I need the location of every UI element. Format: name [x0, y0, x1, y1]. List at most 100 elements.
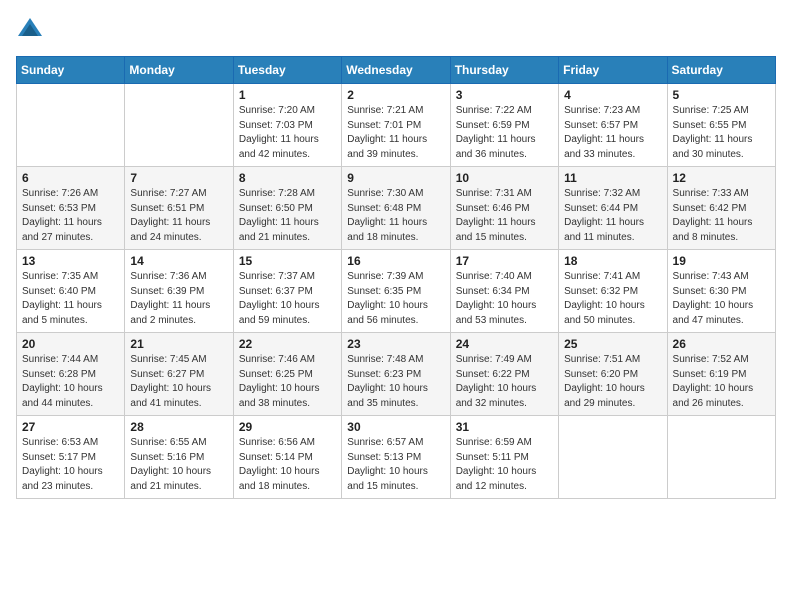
- day-info: Sunrise: 7:31 AM Sunset: 6:46 PM Dayligh…: [456, 187, 553, 245]
- day-info: Sunrise: 6:55 AM Sunset: 5:16 PM Dayligh…: [130, 436, 227, 494]
- day-number: 20: [22, 337, 119, 351]
- day-info: Sunrise: 7:35 AM Sunset: 6:40 PM Dayligh…: [22, 270, 119, 328]
- day-number: 28: [130, 420, 227, 434]
- calendar-cell: 24 Sunrise: 7:49 AM Sunset: 6:22 PM Dayli…: [450, 333, 558, 416]
- day-number: 18: [564, 254, 661, 268]
- calendar-header-row: SundayMondayTuesdayWednesdayThursdayFrid…: [17, 57, 776, 84]
- day-number: 11: [564, 171, 661, 185]
- day-number: 3: [456, 88, 553, 102]
- day-info: Sunrise: 7:36 AM Sunset: 6:39 PM Dayligh…: [130, 270, 227, 328]
- calendar-cell: 25Sunrise: 7:51 AM Sunset: 6:20 PM Dayli…: [559, 333, 667, 416]
- day-info: Sunrise: 7:49 AM Sunset: 6:22 PM Dayligh…: [456, 353, 553, 411]
- calendar-cell: 30 Sunrise: 6:57 AM Sunset: 5:13 PM Dayli…: [342, 416, 450, 499]
- day-info: Sunrise: 7:39 AM Sunset: 6:35 PM Dayligh…: [347, 270, 444, 328]
- day-number: 22: [239, 337, 336, 351]
- day-number: 4: [564, 88, 661, 102]
- day-info: Sunrise: 7:41 AM Sunset: 6:32 PM Dayligh…: [564, 270, 661, 328]
- day-info: Sunrise: 7:51 AM Sunset: 6:20 PM Dayligh…: [564, 353, 661, 411]
- calendar-week-row: 20 Sunrise: 7:44 AM Sunset: 6:28 PM Dayli…: [17, 333, 776, 416]
- day-info: Sunrise: 7:46 AM Sunset: 6:25 PM Dayligh…: [239, 353, 336, 411]
- calendar-cell: [559, 416, 667, 499]
- day-info: Sunrise: 7:40 AM Sunset: 6:34 PM Dayligh…: [456, 270, 553, 328]
- calendar-cell: 7 Sunrise: 7:27 AM Sunset: 6:51 PM Daylig…: [125, 167, 233, 250]
- calendar-cell: 4 Sunrise: 7:23 AM Sunset: 6:57 PM Daylig…: [559, 84, 667, 167]
- day-number: 15: [239, 254, 336, 268]
- day-info: Sunrise: 7:22 AM Sunset: 6:59 PM Dayligh…: [456, 104, 553, 162]
- day-number: 27: [22, 420, 119, 434]
- header-day-sunday: Sunday: [17, 57, 125, 84]
- day-info: Sunrise: 7:43 AM Sunset: 6:30 PM Dayligh…: [673, 270, 770, 328]
- day-number: 14: [130, 254, 227, 268]
- day-info: Sunrise: 7:33 AM Sunset: 6:42 PM Dayligh…: [673, 187, 770, 245]
- day-number: 10: [456, 171, 553, 185]
- day-number: 1: [239, 88, 336, 102]
- day-number: 13: [22, 254, 119, 268]
- calendar-cell: 3 Sunrise: 7:22 AM Sunset: 6:59 PM Daylig…: [450, 84, 558, 167]
- day-info: Sunrise: 7:48 AM Sunset: 6:23 PM Dayligh…: [347, 353, 444, 411]
- logo-icon: [16, 16, 44, 44]
- day-number: 2: [347, 88, 444, 102]
- calendar-cell: 16 Sunrise: 7:39 AM Sunset: 6:35 PM Dayli…: [342, 250, 450, 333]
- day-info: Sunrise: 7:28 AM Sunset: 6:50 PM Dayligh…: [239, 187, 336, 245]
- day-number: 30: [347, 420, 444, 434]
- calendar-cell: [125, 84, 233, 167]
- day-info: Sunrise: 6:56 AM Sunset: 5:14 PM Dayligh…: [239, 436, 336, 494]
- day-number: 26: [673, 337, 770, 351]
- day-info: Sunrise: 7:44 AM Sunset: 6:28 PM Dayligh…: [22, 353, 119, 411]
- day-number: 23: [347, 337, 444, 351]
- header-day-monday: Monday: [125, 57, 233, 84]
- day-info: Sunrise: 7:32 AM Sunset: 6:44 PM Dayligh…: [564, 187, 661, 245]
- header-day-friday: Friday: [559, 57, 667, 84]
- calendar-cell: 27 Sunrise: 6:53 AM Sunset: 5:17 PM Dayli…: [17, 416, 125, 499]
- day-info: Sunrise: 7:26 AM Sunset: 6:53 PM Dayligh…: [22, 187, 119, 245]
- calendar-cell: 22 Sunrise: 7:46 AM Sunset: 6:25 PM Dayli…: [233, 333, 341, 416]
- day-number: 8: [239, 171, 336, 185]
- header-day-thursday: Thursday: [450, 57, 558, 84]
- header-day-saturday: Saturday: [667, 57, 775, 84]
- calendar-week-row: 1 Sunrise: 7:20 AM Sunset: 7:03 PM Daylig…: [17, 84, 776, 167]
- calendar-week-row: 27 Sunrise: 6:53 AM Sunset: 5:17 PM Dayli…: [17, 416, 776, 499]
- calendar-week-row: 6 Sunrise: 7:26 AM Sunset: 6:53 PM Daylig…: [17, 167, 776, 250]
- day-info: Sunrise: 6:59 AM Sunset: 5:11 PM Dayligh…: [456, 436, 553, 494]
- page-header: [16, 16, 776, 44]
- day-number: 24: [456, 337, 553, 351]
- day-number: 12: [673, 171, 770, 185]
- calendar-cell: 21Sunrise: 7:45 AM Sunset: 6:27 PM Dayli…: [125, 333, 233, 416]
- day-info: Sunrise: 7:25 AM Sunset: 6:55 PM Dayligh…: [673, 104, 770, 162]
- calendar-cell: 18 Sunrise: 7:41 AM Sunset: 6:32 PM Dayli…: [559, 250, 667, 333]
- day-number: 6: [22, 171, 119, 185]
- calendar-cell: 20 Sunrise: 7:44 AM Sunset: 6:28 PM Dayli…: [17, 333, 125, 416]
- day-number: 7: [130, 171, 227, 185]
- day-info: Sunrise: 7:37 AM Sunset: 6:37 PM Dayligh…: [239, 270, 336, 328]
- calendar-cell: 15 Sunrise: 7:37 AM Sunset: 6:37 PM Dayli…: [233, 250, 341, 333]
- calendar-cell: 5 Sunrise: 7:25 AM Sunset: 6:55 PM Daylig…: [667, 84, 775, 167]
- calendar-cell: 23 Sunrise: 7:48 AM Sunset: 6:23 PM Dayli…: [342, 333, 450, 416]
- header-day-tuesday: Tuesday: [233, 57, 341, 84]
- calendar-week-row: 13 Sunrise: 7:35 AM Sunset: 6:40 PM Dayli…: [17, 250, 776, 333]
- header-day-wednesday: Wednesday: [342, 57, 450, 84]
- day-number: 16: [347, 254, 444, 268]
- calendar-cell: [667, 416, 775, 499]
- logo: [16, 16, 48, 44]
- calendar-cell: [17, 84, 125, 167]
- calendar-cell: 26Sunrise: 7:52 AM Sunset: 6:19 PM Dayli…: [667, 333, 775, 416]
- day-number: 5: [673, 88, 770, 102]
- calendar-cell: 12 Sunrise: 7:33 AM Sunset: 6:42 PM Dayli…: [667, 167, 775, 250]
- calendar-cell: 2 Sunrise: 7:21 AM Sunset: 7:01 PM Daylig…: [342, 84, 450, 167]
- calendar-cell: 10 Sunrise: 7:31 AM Sunset: 6:46 PM Dayli…: [450, 167, 558, 250]
- calendar-table: SundayMondayTuesdayWednesdayThursdayFrid…: [16, 56, 776, 499]
- calendar-cell: 31Sunrise: 6:59 AM Sunset: 5:11 PM Dayli…: [450, 416, 558, 499]
- day-info: Sunrise: 7:27 AM Sunset: 6:51 PM Dayligh…: [130, 187, 227, 245]
- calendar-cell: 6 Sunrise: 7:26 AM Sunset: 6:53 PM Daylig…: [17, 167, 125, 250]
- day-number: 29: [239, 420, 336, 434]
- day-info: Sunrise: 6:53 AM Sunset: 5:17 PM Dayligh…: [22, 436, 119, 494]
- day-info: Sunrise: 7:23 AM Sunset: 6:57 PM Dayligh…: [564, 104, 661, 162]
- calendar-cell: 9Sunrise: 7:30 AM Sunset: 6:48 PM Daylig…: [342, 167, 450, 250]
- calendar-cell: 11 Sunrise: 7:32 AM Sunset: 6:44 PM Dayli…: [559, 167, 667, 250]
- day-info: Sunrise: 6:57 AM Sunset: 5:13 PM Dayligh…: [347, 436, 444, 494]
- day-info: Sunrise: 7:20 AM Sunset: 7:03 PM Dayligh…: [239, 104, 336, 162]
- day-info: Sunrise: 7:30 AM Sunset: 6:48 PM Dayligh…: [347, 187, 444, 245]
- day-info: Sunrise: 7:21 AM Sunset: 7:01 PM Dayligh…: [347, 104, 444, 162]
- calendar-cell: 17Sunrise: 7:40 AM Sunset: 6:34 PM Dayli…: [450, 250, 558, 333]
- day-number: 19: [673, 254, 770, 268]
